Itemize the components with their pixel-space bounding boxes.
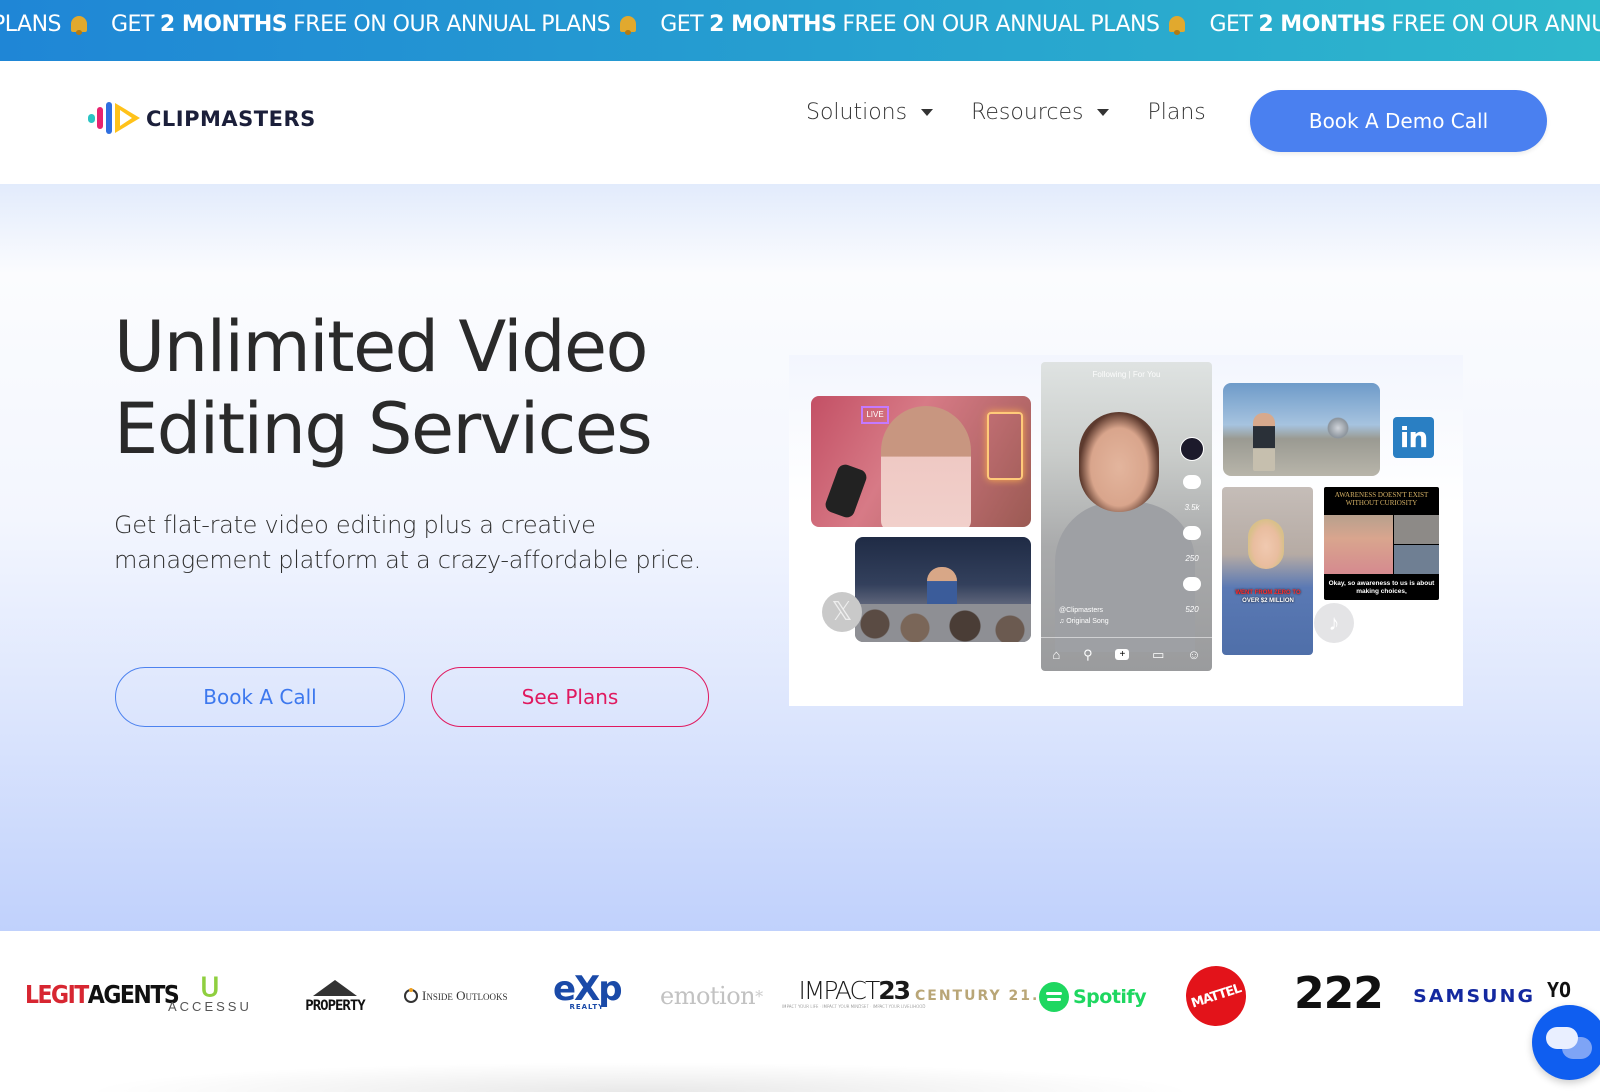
hero-subtitle: Get flat-rate video editing plus a creat…	[114, 511, 701, 574]
main-nav: Solutions Resources Plans	[806, 100, 1206, 125]
book-demo-button[interactable]: Book A Demo Call	[1250, 90, 1547, 152]
hero-title: Unlimited Video Editing Services	[114, 306, 653, 470]
zoom-call-video-thumbnail[interactable]: AWARENESS DOESN'T EXIST WITHOUT CURIOSIT…	[1324, 487, 1439, 600]
logo-emotion: emotion *	[660, 982, 763, 1010]
promo-item: GET 2 MONTHS FREE ON OUR ANNUAL PLANS	[1209, 12, 1600, 37]
nav-resources[interactable]: Resources	[971, 100, 1110, 125]
seminar-video-thumbnail[interactable]	[855, 537, 1031, 642]
logo-accessu: ᑌ ACCESSU	[168, 972, 252, 1014]
x-icon: 𝕏	[822, 592, 862, 632]
plus-icon: +	[1115, 649, 1130, 660]
home-icon: ⌂	[1052, 647, 1061, 662]
tiktok-actions: 3.5k 250 520	[1180, 437, 1204, 614]
small-tiktok-video-thumbnail[interactable]: WENT FROM ZERO TO OVER $2 MILLION	[1222, 487, 1313, 655]
logo-222: 222	[1294, 968, 1384, 1019]
see-plans-button[interactable]: See Plans	[431, 667, 709, 727]
tiktok-icon: ♪	[1314, 603, 1354, 643]
chat-bubble-icon	[1546, 1027, 1578, 1049]
logo-legitagents: LEGIT AGENTS	[25, 981, 180, 1010]
airplane-video-thumbnail[interactable]	[1223, 383, 1380, 476]
logo-samsung: SAMSUNG	[1413, 986, 1536, 1007]
promo-fragment: PLANS	[0, 12, 89, 37]
avatar	[1180, 437, 1204, 461]
spotify-icon	[1039, 982, 1069, 1012]
nav-plans[interactable]: Plans	[1147, 100, 1205, 125]
promo-track: PLANS GET 2 MONTHS FREE ON OUR ANNUAL PL…	[0, 12, 1600, 37]
bell-icon	[618, 14, 638, 36]
podcast-video-thumbnail[interactable]: LIVE	[811, 396, 1031, 527]
brand-logo[interactable]: CLIPMASTERS	[88, 102, 316, 136]
inbox-icon: ▭	[1152, 646, 1165, 662]
book-call-button[interactable]: Book A Call	[115, 667, 405, 727]
logo-yo: YO	[1547, 978, 1572, 1002]
promo-item: GET 2 MONTHS FREE ON OUR ANNUAL PLANS	[111, 12, 638, 37]
logo-century21: CENTURY 21.	[915, 988, 1040, 1004]
brand-name: CLIPMASTERS	[146, 107, 316, 131]
search-icon: ⚲	[1083, 646, 1093, 662]
nav-solutions[interactable]: Solutions	[806, 100, 934, 125]
logo-inside-outlooks: Inside Outlooks	[404, 988, 507, 1004]
tiktok-bottom-bar: ⌂ ⚲ + ▭ ☺	[1041, 637, 1212, 671]
clipmasters-logo-icon	[88, 102, 142, 136]
bell-icon	[69, 14, 89, 36]
logo-impact23: IMPACT23 IMPACT YOUR LIFE · IMPACT YOUR M…	[782, 976, 926, 1010]
promo-item: GET 2 MONTHS FREE ON OUR ANNUAL PLANS	[660, 12, 1187, 37]
microphone-icon	[823, 462, 869, 520]
caret-down-icon	[1097, 109, 1110, 116]
logo-property-brothers: PROPERTY	[303, 965, 367, 1029]
share-icon	[1183, 577, 1201, 591]
caret-down-icon	[921, 109, 934, 116]
bell-icon	[1167, 14, 1187, 36]
logo-exp-realty: eXp REALTY	[553, 969, 623, 1011]
promo-banner: PLANS GET 2 MONTHS FREE ON OUR ANNUAL PL…	[0, 0, 1600, 61]
chat-widget-button[interactable]	[1532, 1005, 1600, 1080]
heart-icon	[1183, 475, 1201, 489]
logo-spotify: Spotify	[1039, 982, 1147, 1012]
comment-icon	[1183, 526, 1201, 540]
profile-icon: ☺	[1187, 647, 1201, 662]
tiktok-video-thumbnail[interactable]: Following | For You 3.5k 250 520 @Clipma…	[1041, 362, 1212, 671]
linkedin-icon: in	[1393, 417, 1434, 458]
